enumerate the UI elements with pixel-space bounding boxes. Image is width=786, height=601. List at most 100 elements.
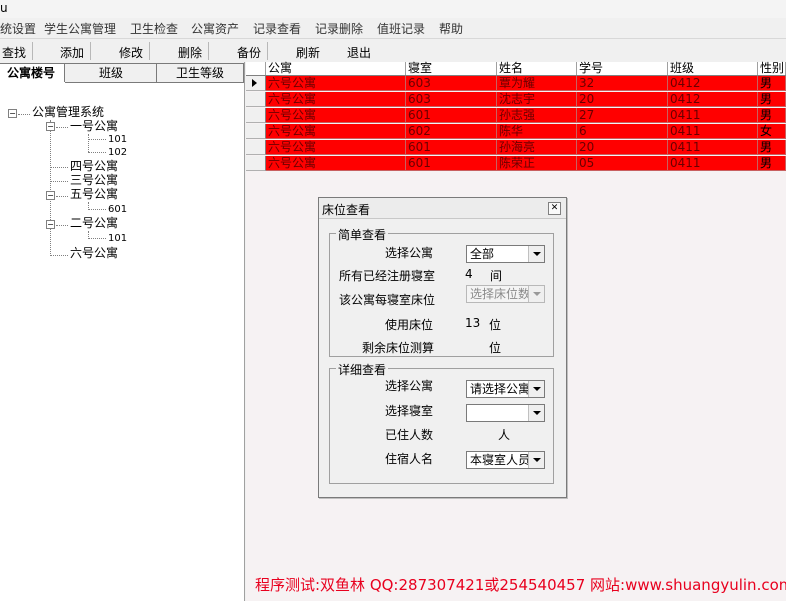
- edit-button[interactable]: 修改: [119, 44, 143, 61]
- cell-name[interactable]: 孙海亮: [497, 140, 577, 155]
- cell-gender[interactable]: 男: [758, 92, 786, 107]
- table-row[interactable]: 六号公寓 601 孙志强 27 0411 男: [246, 108, 786, 123]
- close-icon[interactable]: ✕: [548, 202, 561, 215]
- cell-gender[interactable]: 男: [758, 140, 786, 155]
- cell-room[interactable]: 603: [406, 92, 497, 107]
- cell-name[interactable]: 孙志强: [497, 108, 577, 123]
- refresh-button[interactable]: 刷新: [296, 44, 320, 61]
- cell-student-id[interactable]: 05: [577, 156, 668, 171]
- row-selector[interactable]: [246, 140, 266, 155]
- delete-button[interactable]: 删除: [178, 44, 202, 61]
- remaining-beds-unit: 位: [489, 341, 502, 355]
- table-row[interactable]: 六号公寓 602 陈华 6 0411 女: [246, 124, 786, 139]
- tree-node-room[interactable]: 102: [108, 146, 127, 159]
- row-selector[interactable]: [246, 156, 266, 171]
- tree-node-building-5[interactable]: 五号公寓: [70, 188, 118, 201]
- tree-node-room[interactable]: 101: [108, 232, 127, 245]
- menu-record-delete[interactable]: 记录删除: [315, 20, 363, 37]
- cell-building[interactable]: 六号公寓: [266, 92, 406, 107]
- tree-node-building-3[interactable]: 三号公寓: [70, 174, 118, 187]
- chevron-down-icon[interactable]: [528, 452, 544, 468]
- menu-hygiene-check[interactable]: 卫生检查: [130, 20, 178, 37]
- cell-student-id[interactable]: 20: [577, 92, 668, 107]
- dorm-tree[interactable]: − 公寓管理系统 − 一号公寓 101 102 四号公寓 三号公寓 − 五号公寓…: [0, 84, 244, 584]
- cell-building[interactable]: 六号公寓: [266, 108, 406, 123]
- table-row[interactable]: 六号公寓 603 沈志宇 20 0412 男: [246, 92, 786, 107]
- column-header-name[interactable]: 姓名: [497, 62, 577, 75]
- cell-room[interactable]: 603: [406, 76, 497, 91]
- cell-gender[interactable]: 男: [758, 76, 786, 91]
- tree-node-room[interactable]: 601: [108, 203, 127, 216]
- tree-node-building-1[interactable]: 一号公寓: [70, 120, 118, 133]
- cell-class[interactable]: 0411: [668, 124, 758, 139]
- cell-room[interactable]: 601: [406, 156, 497, 171]
- table-row[interactable]: 六号公寓 601 孙海亮 20 0411 男: [246, 140, 786, 155]
- column-header-student-id[interactable]: 学号: [577, 62, 668, 75]
- cell-room[interactable]: 601: [406, 108, 497, 123]
- tree-root[interactable]: 公寓管理系统: [32, 106, 104, 119]
- cell-class[interactable]: 0411: [668, 140, 758, 155]
- tab-class[interactable]: 班级: [64, 63, 158, 82]
- tab-hygiene[interactable]: 卫生等级: [156, 63, 244, 82]
- cell-building[interactable]: 六号公寓: [266, 76, 406, 91]
- backup-button[interactable]: 备份: [237, 44, 261, 61]
- cell-building[interactable]: 六号公寓: [266, 124, 406, 139]
- cell-room[interactable]: 602: [406, 124, 497, 139]
- tree-node-building-4[interactable]: 四号公寓: [70, 160, 118, 173]
- cell-class[interactable]: 0412: [668, 92, 758, 107]
- chevron-down-icon[interactable]: [528, 246, 544, 262]
- chevron-down-icon[interactable]: [528, 381, 544, 397]
- collapse-icon[interactable]: −: [46, 220, 55, 229]
- column-header-class[interactable]: 班级: [668, 62, 758, 75]
- exit-button[interactable]: 退出: [347, 44, 371, 61]
- column-header-room[interactable]: 寝室: [406, 62, 497, 75]
- column-header-building[interactable]: 公寓: [266, 62, 406, 75]
- detail-select-building-combo[interactable]: 请选择公寓: [466, 380, 545, 398]
- menu-student-dorm[interactable]: 学生公寓管理: [44, 20, 116, 37]
- menu-dorm-assets[interactable]: 公寓资产: [191, 20, 239, 37]
- cell-student-id[interactable]: 20: [577, 140, 668, 155]
- menu-help[interactable]: 帮助: [439, 20, 463, 37]
- row-selector[interactable]: [246, 124, 266, 139]
- menu-duty-record[interactable]: 值班记录: [377, 20, 425, 37]
- collapse-icon[interactable]: −: [8, 109, 17, 118]
- cell-building[interactable]: 六号公寓: [266, 156, 406, 171]
- cell-student-id[interactable]: 27: [577, 108, 668, 123]
- residents-combo[interactable]: 本寝室人员: [466, 451, 545, 469]
- cell-room[interactable]: 601: [406, 140, 497, 155]
- table-row[interactable]: 六号公寓 601 陈荣正 05 0411 男: [246, 156, 786, 171]
- cell-class[interactable]: 0411: [668, 156, 758, 171]
- find-button[interactable]: 查找: [2, 44, 26, 61]
- menu-system-settings[interactable]: 统设置: [0, 20, 36, 37]
- tree-node-building-2[interactable]: 二号公寓: [70, 217, 118, 230]
- cell-gender[interactable]: 男: [758, 108, 786, 123]
- collapse-icon[interactable]: −: [46, 191, 55, 200]
- cell-class[interactable]: 0411: [668, 108, 758, 123]
- chevron-down-icon[interactable]: [528, 405, 544, 421]
- cell-name[interactable]: 沈志宇: [497, 92, 577, 107]
- row-selector[interactable]: [246, 76, 266, 91]
- row-selector[interactable]: [246, 108, 266, 123]
- cell-student-id[interactable]: 32: [577, 76, 668, 91]
- select-room-combo[interactable]: [466, 404, 545, 422]
- cell-class[interactable]: 0412: [668, 76, 758, 91]
- cell-name[interactable]: 陈荣正: [497, 156, 577, 171]
- cell-name[interactable]: 覃为耀: [497, 76, 577, 91]
- cell-gender[interactable]: 男: [758, 156, 786, 171]
- toolbar-separator: [32, 42, 33, 60]
- collapse-icon[interactable]: −: [46, 122, 55, 131]
- cell-building[interactable]: 六号公寓: [266, 140, 406, 155]
- menu-record-view[interactable]: 记录查看: [253, 20, 301, 37]
- tab-dorm-building[interactable]: 公寓楼号: [0, 63, 66, 83]
- toolbar: 查找 添加 修改 删除 备份 刷新 退出: [0, 40, 786, 62]
- cell-student-id[interactable]: 6: [577, 124, 668, 139]
- table-row[interactable]: 六号公寓 603 覃为耀 32 0412 男: [246, 76, 786, 91]
- cell-gender[interactable]: 女: [758, 124, 786, 139]
- column-header-gender[interactable]: 性别: [758, 62, 786, 75]
- row-selector[interactable]: [246, 92, 266, 107]
- tree-node-room[interactable]: 101: [108, 133, 127, 146]
- cell-name[interactable]: 陈华: [497, 124, 577, 139]
- tree-node-building-6[interactable]: 六号公寓: [70, 247, 118, 260]
- add-button[interactable]: 添加: [60, 44, 84, 61]
- select-building-combo[interactable]: 全部: [466, 245, 545, 263]
